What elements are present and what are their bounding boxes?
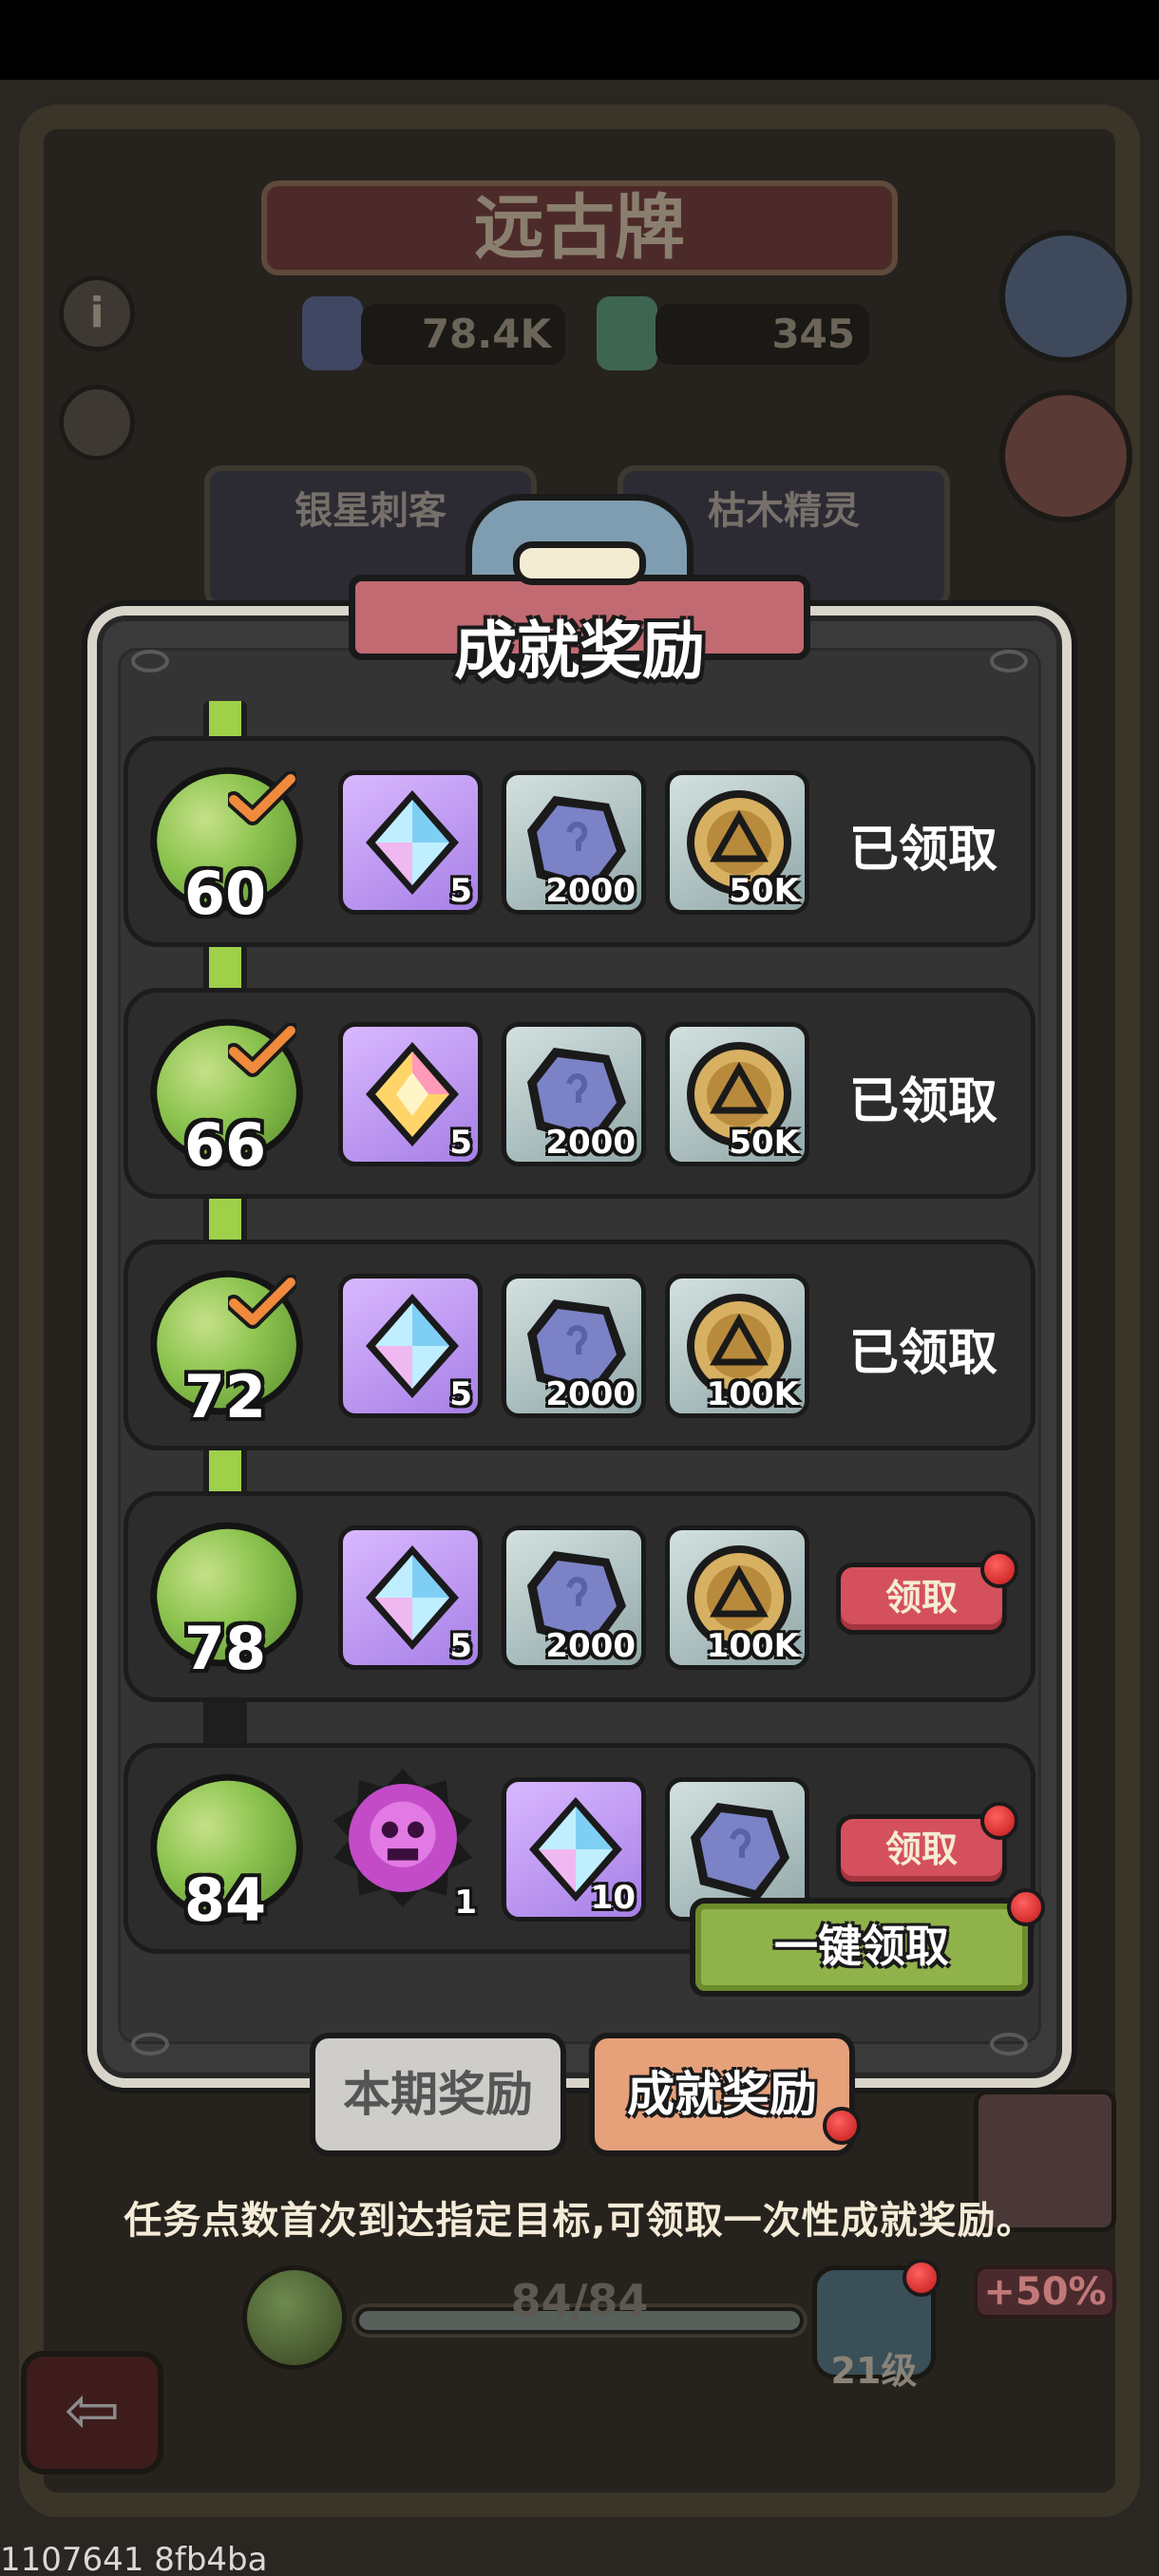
tab-current-period[interactable]: 本期奖励 bbox=[310, 2033, 566, 2156]
info-button[interactable]: i bbox=[59, 275, 135, 351]
currency-1-value: 78.4K bbox=[421, 311, 551, 357]
corner-rivet bbox=[990, 2033, 1028, 2055]
currency-2-value: 345 bbox=[771, 311, 855, 357]
reward-item[interactable]: 10 bbox=[502, 1777, 646, 1922]
milestone-level: 60 bbox=[183, 859, 267, 928]
milestone-level: 66 bbox=[183, 1110, 267, 1180]
tab-notification-dot bbox=[823, 2107, 861, 2145]
notification-dot bbox=[980, 1802, 1018, 1840]
watermark: 1107641 8fb4ba bbox=[0, 2541, 268, 2576]
claimed-status: 已领取 bbox=[848, 822, 998, 879]
points-bean-icon bbox=[242, 2265, 347, 2370]
leaderboard-icon[interactable] bbox=[999, 230, 1132, 363]
reward-item[interactable]: 5 bbox=[338, 1274, 483, 1418]
checkmark-icon bbox=[228, 1023, 296, 1077]
checkmark-icon bbox=[228, 1275, 296, 1329]
hero-bonus-badge: +50% bbox=[974, 2265, 1116, 2319]
item-count: 2000 bbox=[545, 1627, 636, 1665]
corner-rivet bbox=[131, 2033, 169, 2055]
emerald-currency-icon bbox=[597, 296, 657, 370]
milestone-level: 72 bbox=[183, 1362, 267, 1431]
timer-icon[interactable] bbox=[59, 385, 135, 461]
item-count: 10 bbox=[590, 1879, 636, 1917]
item-count: 100K bbox=[706, 1627, 799, 1665]
points-progress-label: 84/84 bbox=[510, 2275, 649, 2326]
level-label: 21级 bbox=[830, 2350, 918, 2392]
claim-all-label: 一键领取 bbox=[774, 1921, 949, 1972]
item-count: 5 bbox=[449, 872, 472, 910]
reward-item[interactable]: 50K bbox=[665, 770, 809, 915]
item-count: 50K bbox=[729, 872, 799, 910]
checkmark-icon bbox=[228, 771, 296, 825]
background-title: 远古牌 bbox=[474, 187, 685, 269]
back-button[interactable]: ⇦ bbox=[21, 2351, 163, 2474]
item-count: 2000 bbox=[545, 1375, 636, 1413]
milestone-level: 78 bbox=[183, 1614, 267, 1683]
shop-icon[interactable] bbox=[999, 389, 1132, 522]
item-count: 2000 bbox=[545, 1124, 636, 1162]
claim-all-button[interactable]: 一键领取 bbox=[690, 1898, 1034, 1997]
item-count: 1 bbox=[454, 1884, 477, 1922]
item-count: 100K bbox=[706, 1375, 799, 1413]
item-count: 2000 bbox=[545, 872, 636, 910]
reward-item[interactable]: 5 bbox=[338, 1525, 483, 1670]
item-count: 5 bbox=[449, 1124, 472, 1162]
reward-item[interactable]: 1 bbox=[332, 1768, 483, 1922]
notification-dot bbox=[980, 1550, 1018, 1588]
tab-achievement[interactable]: 成就奖励 bbox=[589, 2033, 855, 2156]
modal-title: 成就奖励 bbox=[454, 615, 705, 688]
reward-item[interactable]: 5 bbox=[338, 770, 483, 915]
level-notification-dot bbox=[902, 2259, 940, 2297]
item-count: 50K bbox=[729, 1124, 799, 1162]
item-count: 5 bbox=[449, 1375, 472, 1413]
reward-item[interactable]: 2000 bbox=[502, 1022, 646, 1166]
reward-item[interactable]: 2000 bbox=[502, 1525, 646, 1670]
reward-item[interactable]: 2000 bbox=[502, 1274, 646, 1418]
ore-icon bbox=[691, 1803, 789, 1900]
reward-item[interactable]: 2000 bbox=[502, 770, 646, 915]
claim-all-notification-dot bbox=[1007, 1888, 1045, 1926]
reward-item[interactable]: 100K bbox=[665, 1525, 809, 1670]
claimed-status: 已领取 bbox=[848, 1325, 998, 1382]
item-count: 5 bbox=[449, 1627, 472, 1665]
reward-item[interactable]: 5 bbox=[338, 1022, 483, 1166]
reward-item[interactable]: 50K bbox=[665, 1022, 809, 1166]
reward-item[interactable]: 100K bbox=[665, 1274, 809, 1418]
ore-currency-icon bbox=[302, 296, 363, 370]
milestone-level: 84 bbox=[183, 1866, 267, 1935]
corner-rivet bbox=[131, 650, 169, 672]
description-text: 任务点数首次到达指定目标,可领取一次性成就奖励。 bbox=[124, 2199, 1036, 2243]
status-bar bbox=[0, 0, 1159, 80]
claimed-status: 已领取 bbox=[848, 1073, 998, 1130]
corner-rivet bbox=[990, 650, 1028, 672]
helmet-band bbox=[513, 541, 646, 585]
